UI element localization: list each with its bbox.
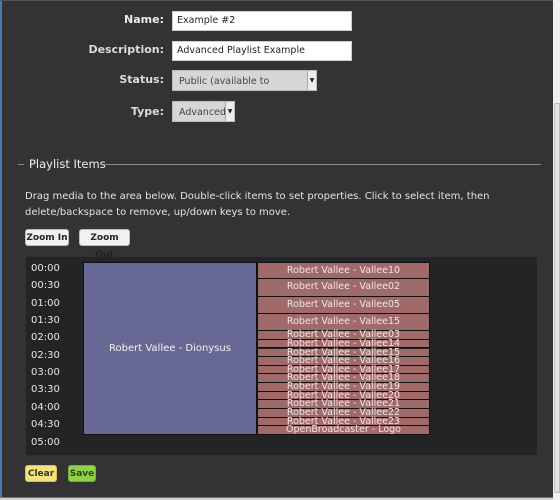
timeline-item-label: Robert Vallee - Vallee02	[286, 281, 401, 293]
zoom-out-button[interactable]: Zoom Out	[79, 229, 130, 260]
save-button[interactable]: Save	[68, 465, 96, 482]
playlist-help-text: Drag media to the area below. Double-cli…	[25, 191, 490, 218]
timeline-item-label: OpenBroadcaster - Logo	[286, 424, 401, 436]
time-tick: 05:00	[31, 436, 60, 448]
window-left-edge	[0, 0, 2, 500]
zoom-in-button[interactable]: Zoom In	[25, 229, 69, 246]
chevron-down-icon: ▼	[225, 102, 234, 121]
window-top-edge	[0, 0, 553, 1]
timeline-item-main[interactable]: Robert Vallee - Dionysus	[83, 262, 257, 435]
fieldset-border	[104, 164, 541, 165]
time-tick: 01:30	[31, 315, 60, 327]
time-tick: 00:00	[31, 263, 60, 274]
type-select-value: Advanced	[179, 107, 226, 118]
time-tick: 03:30	[31, 384, 60, 396]
name-label: Name:	[124, 13, 164, 26]
time-tick: 00:30	[31, 280, 60, 292]
fieldset-border	[18, 164, 24, 165]
timeline-item-label: Robert Vallee - Vallee10	[286, 265, 401, 276]
status-label: Status:	[119, 73, 164, 86]
clear-button[interactable]: Clear	[25, 465, 57, 482]
time-tick: 04:30	[31, 419, 60, 431]
time-tick: 02:00	[31, 332, 60, 344]
scrollbar-thumb[interactable]	[554, 103, 560, 493]
timeline-item[interactable]: Robert Vallee - Vallee10	[257, 262, 430, 280]
chevron-down-icon: ▼	[307, 71, 316, 90]
time-tick: 02:30	[31, 349, 60, 361]
timeline-item[interactable]: OpenBroadcaster - Logo	[257, 424, 430, 436]
playlist-items-legend: Playlist Items	[29, 157, 106, 171]
status-select[interactable]: Public (available to everyone) ▼	[172, 70, 317, 108]
time-tick: 03:00	[31, 367, 60, 379]
timeline-item[interactable]: Robert Vallee - Vallee02	[257, 279, 430, 297]
description-label: Description:	[88, 43, 164, 56]
timeline-item-label: Robert Vallee - Vallee15	[286, 315, 401, 327]
time-tick: 04:00	[31, 401, 60, 413]
type-label: Type:	[130, 105, 164, 118]
timeline-item-label: Robert Vallee - Vallee05	[286, 298, 401, 310]
timeline-item-label: Robert Vallee - Dionysus	[109, 343, 231, 354]
timeline-item[interactable]: Robert Vallee - Vallee05	[257, 296, 430, 314]
description-input[interactable]: Advanced Playlist Example	[172, 41, 352, 61]
type-select[interactable]: Advanced ▼	[172, 101, 235, 122]
name-input[interactable]: Example #2	[172, 11, 352, 31]
time-tick: 01:00	[31, 297, 60, 309]
